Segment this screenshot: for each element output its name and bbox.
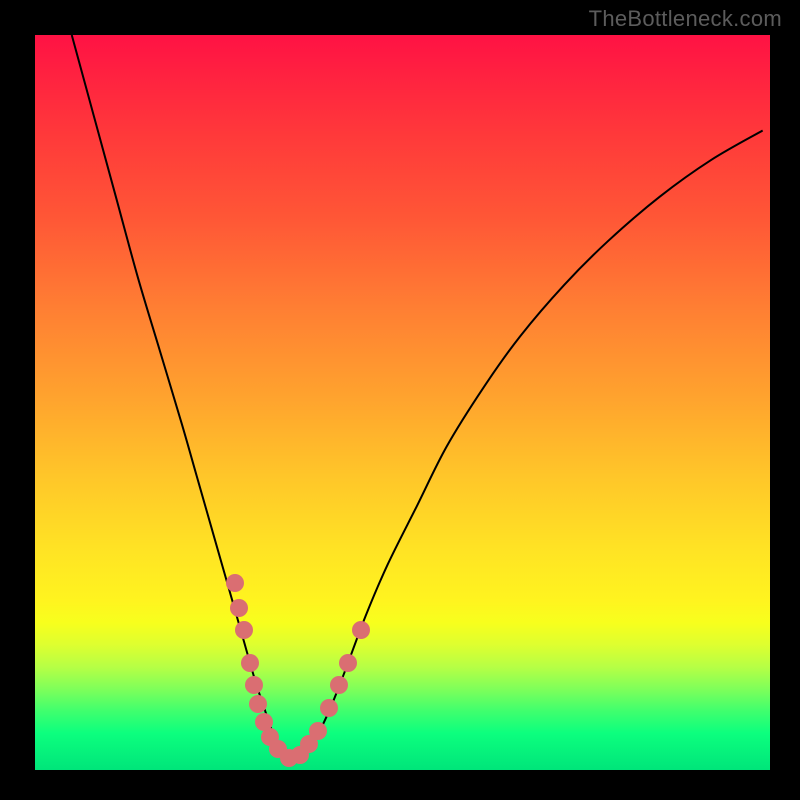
chart-frame: TheBottleneck.com [0, 0, 800, 800]
watermark-text: TheBottleneck.com [589, 6, 782, 32]
plot-area [35, 35, 770, 770]
bottleneck-curve [72, 35, 763, 761]
curve-svg [35, 35, 770, 770]
